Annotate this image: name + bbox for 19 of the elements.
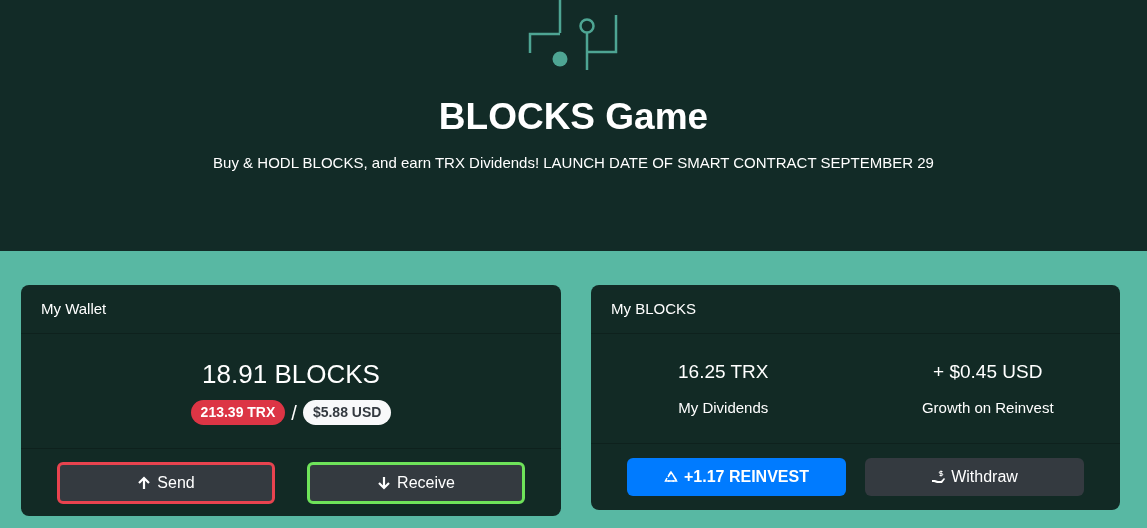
stat-value: + $0.45 USD xyxy=(933,360,1043,384)
withdraw-button[interactable]: Withdraw xyxy=(865,458,1084,496)
card-title: My Wallet xyxy=(41,298,107,319)
send-button[interactable]: Send xyxy=(57,461,275,504)
blocks-amount: 18.91 BLOCKS xyxy=(202,357,380,391)
reinvest-button[interactable]: +1.17 REINVEST xyxy=(627,458,846,496)
stat-label: My Dividends xyxy=(678,397,769,418)
stat-value: 16.25 TRX xyxy=(678,360,769,384)
page-title: BLOCKS Game xyxy=(438,95,709,139)
card-title: My BLOCKS xyxy=(611,298,697,319)
stat-label: Growth on Reinvest xyxy=(921,397,1054,418)
hand-dollar-icon xyxy=(931,470,946,484)
arrow-up-icon xyxy=(137,475,152,490)
trx-badge: 213.39 TRX xyxy=(190,400,286,425)
usd-badge: $5.88 USD xyxy=(302,400,392,425)
receive-button[interactable]: Receive xyxy=(307,461,525,504)
page-subtitle: Buy & HODL BLOCKS, and earn TRX Dividends! LAUNCH DATE OF SMART CONTRACT SEPTEMBER 29 xyxy=(213,153,934,174)
arrow-down-icon xyxy=(377,475,392,490)
separator-slash: / xyxy=(291,400,297,426)
